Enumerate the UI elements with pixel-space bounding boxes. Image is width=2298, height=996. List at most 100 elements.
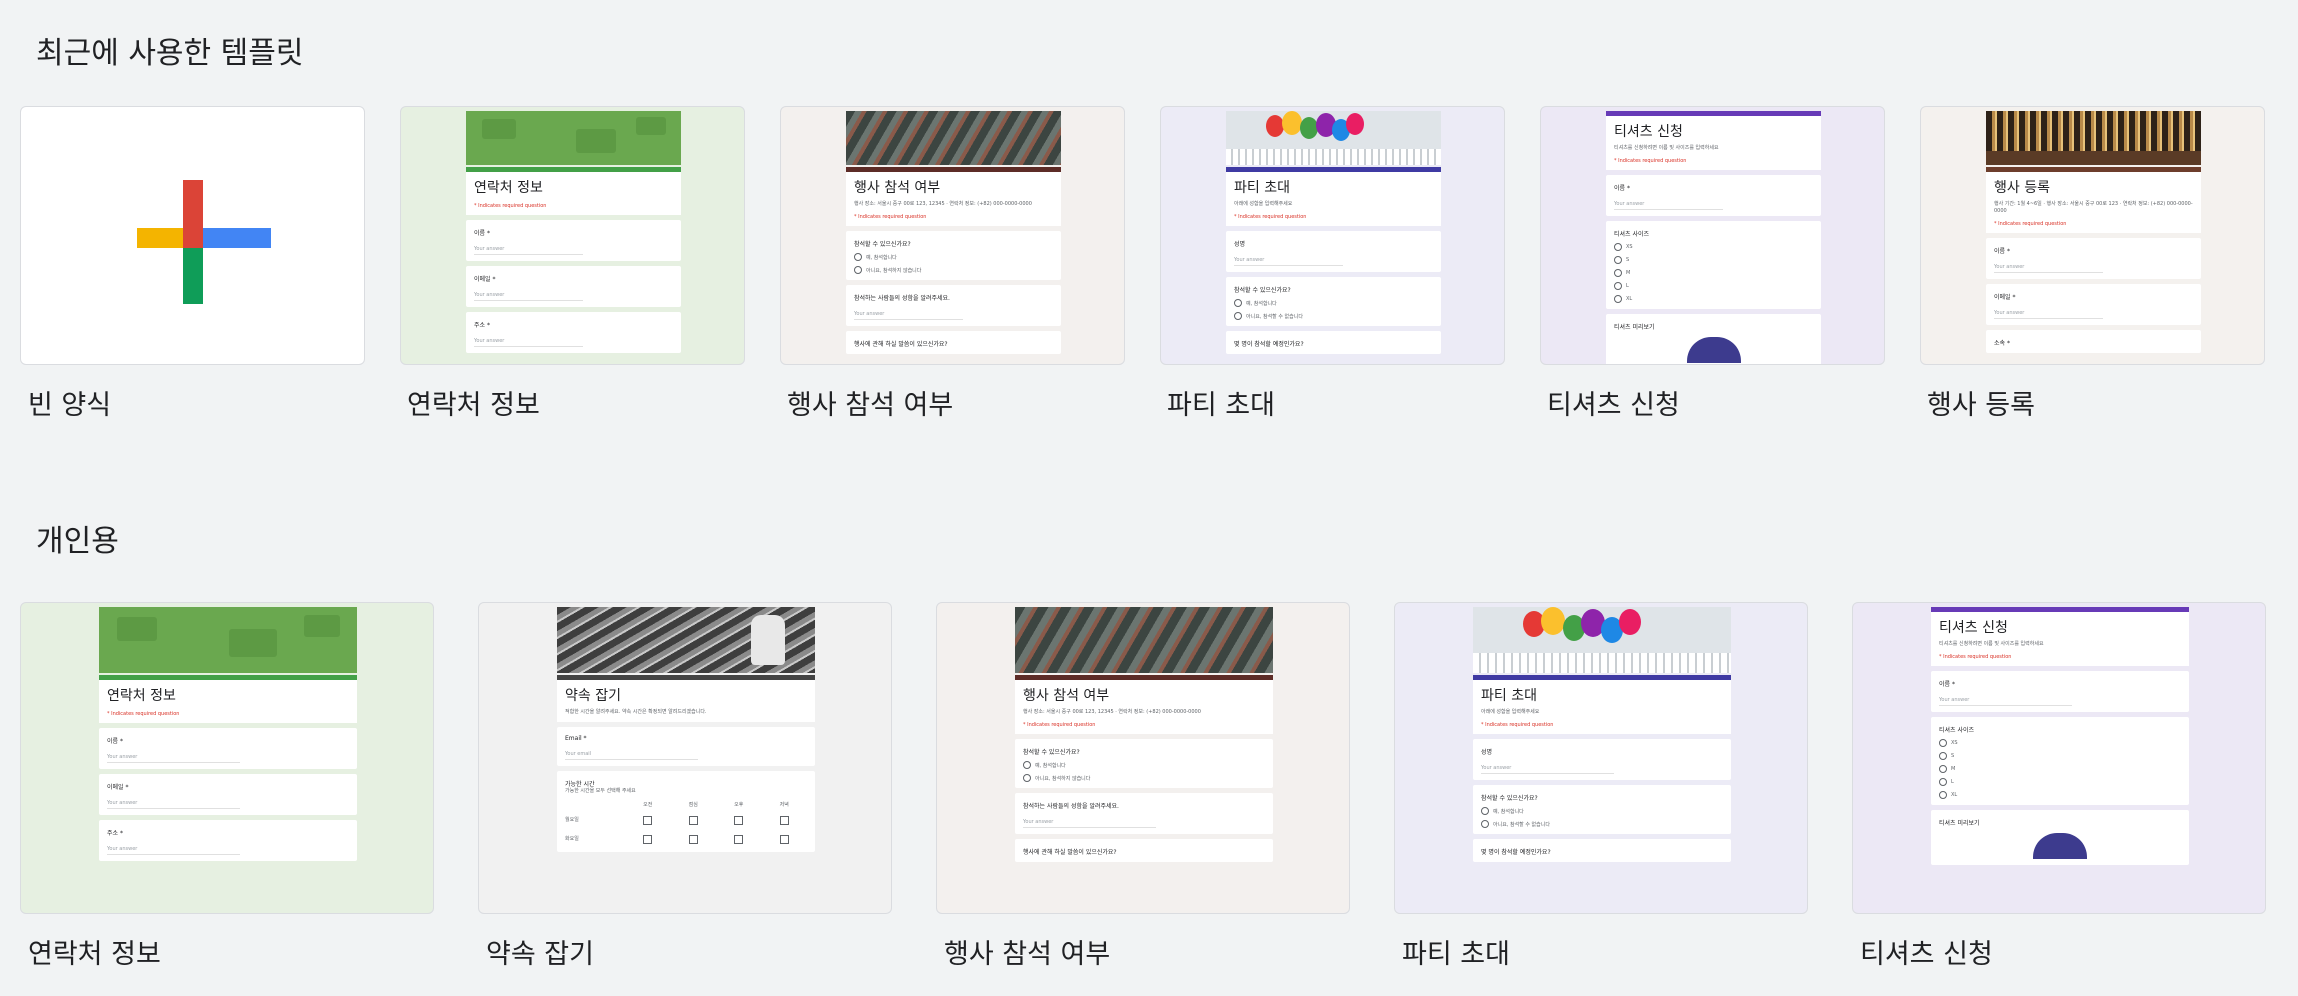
question-label: 참석하는 사람들의 성함을 알려주세요. xyxy=(1023,803,1119,810)
section-title-personal: 개인용 xyxy=(36,524,119,559)
template-label-tshirt[interactable]: 티셔츠 신청 xyxy=(1860,932,1993,971)
radio-option: XL xyxy=(1939,791,2181,799)
radio-option: XS xyxy=(1939,739,2181,747)
banner-image xyxy=(466,111,681,165)
radio-option: XS xyxy=(1614,243,1813,251)
form-preview: 행사 참석 여부 행사 장소: 서울시 중구 00로 123, 12345 · … xyxy=(846,111,1061,364)
question-label: 티셔츠 미리보기 xyxy=(1614,324,1655,331)
required-note: * Indicates required question xyxy=(474,203,547,209)
question-label: 참석할 수 있으신가요? xyxy=(1234,287,1291,294)
template-card-party-invite[interactable]: 파티 초대 아래에 성함을 입력해주세요 * Indicates require… xyxy=(1160,106,1505,365)
form-title: 연락처 정보 xyxy=(107,688,176,704)
checkbox xyxy=(734,835,744,844)
banner-image xyxy=(846,111,1061,165)
answer-placeholder: Your answer xyxy=(107,800,241,809)
template-label-contact-info[interactable]: 연락처 정보 xyxy=(407,383,540,422)
template-label-rsvp[interactable]: 행사 참석 여부 xyxy=(787,383,953,422)
template-card-blank[interactable] xyxy=(20,106,365,365)
checkbox xyxy=(779,816,789,825)
banner-image xyxy=(1986,111,2201,165)
template-card-rsvp[interactable]: 행사 참석 여부 행사 장소: 서울시 중구 00로 123, 12345 · … xyxy=(780,106,1125,365)
template-label-blank[interactable]: 빈 양식 xyxy=(28,383,111,422)
radio-option: 예, 참석합니다 xyxy=(854,253,1053,261)
question-label: 가능한 시간 xyxy=(565,781,595,788)
form-title: 파티 초대 xyxy=(1481,688,1537,704)
banner-image xyxy=(1015,607,1273,673)
form-description: 행사 장소: 서울시 중구 00로 123, 12345 · 연락처 정보: (… xyxy=(854,201,1032,207)
radio-option: 예, 참석합니다 xyxy=(1023,761,1265,769)
tshirt-image xyxy=(1686,337,1741,363)
form-preview: 파티 초대 아래에 성함을 입력해주세요 * Indicates require… xyxy=(1473,607,1731,913)
template-card-party-invite[interactable]: 파티 초대 아래에 성함을 입력해주세요 * Indicates require… xyxy=(1394,602,1808,914)
question-label: 참석할 수 있으신가요? xyxy=(1023,749,1080,756)
answer-placeholder: Your answer xyxy=(1023,819,1157,828)
template-label-event-registration[interactable]: 행사 등록 xyxy=(1927,383,2035,422)
question-label: 참석하는 사람들의 성함을 알려주세요. xyxy=(854,295,950,302)
form-description: 아래에 성함을 입력해주세요 xyxy=(1234,201,1293,207)
required-note: * Indicates required question xyxy=(1614,158,1687,164)
question-label: 행사에 관해 하실 말씀이 있으신가요? xyxy=(1023,849,1117,856)
answer-placeholder: Your answer xyxy=(1994,264,2104,273)
banner-image xyxy=(99,607,357,673)
section-title-recent: 최근에 사용한 템플릿 xyxy=(36,36,304,71)
template-card-meeting[interactable]: 약속 잡기 적합한 시간을 알려주세요. 약속 시간은 확정되면 알려드리겠습니… xyxy=(478,602,892,914)
radio-option: M xyxy=(1939,765,2181,773)
required-note: * Indicates required question xyxy=(1234,214,1307,220)
form-preview: 행사 등록 행사 기간: 1월 4~6일 · 행사 장소: 서울시 중구 00로… xyxy=(1986,111,2201,364)
tshirt-image xyxy=(2033,833,2087,859)
form-preview: 약속 잡기 적합한 시간을 알려주세요. 약속 시간은 확정되면 알려드리겠습니… xyxy=(557,607,815,913)
radio-option: M xyxy=(1614,269,1813,277)
form-title: 행사 참석 여부 xyxy=(854,180,941,196)
question-label: 이메일 * xyxy=(1994,294,2016,301)
radio-option: S xyxy=(1939,752,2181,760)
template-card-contact-info[interactable]: 연락처 정보 * Indicates required question 이름 … xyxy=(400,106,745,365)
answer-placeholder: Your answer xyxy=(1234,257,1344,266)
question-label: 이름 * xyxy=(474,230,490,237)
form-title: 티셔츠 신청 xyxy=(1939,620,2008,636)
question-label: 이메일 * xyxy=(474,276,496,283)
checkbox xyxy=(643,835,653,844)
banner-image xyxy=(1473,607,1731,673)
question-label: 몇 명이 참석할 예정인가요? xyxy=(1481,849,1551,856)
form-description: 행사 기간: 1월 4~6일 · 행사 장소: 서울시 중구 00로 123 ·… xyxy=(1994,201,2193,214)
radio-option: 아니요, 참석할 수 없습니다 xyxy=(1481,820,1723,828)
form-description: 적합한 시간을 알려주세요. 약속 시간은 확정되면 알려드리겠습니다. xyxy=(565,709,707,715)
template-card-rsvp[interactable]: 행사 참석 여부 행사 장소: 서울시 중구 00로 123, 12345 · … xyxy=(936,602,1350,914)
answer-placeholder: Your answer xyxy=(1939,697,2073,706)
answer-placeholder: Your answer xyxy=(107,754,241,763)
checkbox xyxy=(734,816,744,825)
radio-option: XL xyxy=(1614,295,1813,303)
template-card-tshirt[interactable]: 티셔츠 신청 티셔츠를 신청하려면 이름 및 사이즈를 입력하세요 * Indi… xyxy=(1540,106,1885,365)
template-label-party-invite[interactable]: 파티 초대 xyxy=(1402,932,1510,971)
template-label-tshirt[interactable]: 티셔츠 신청 xyxy=(1547,383,1680,422)
form-description: 아래에 성함을 입력해주세요 xyxy=(1481,709,1540,715)
template-label-rsvp[interactable]: 행사 참석 여부 xyxy=(944,932,1110,971)
question-label: 티셔츠 사이즈 xyxy=(1614,231,1650,238)
template-card-event-registration[interactable]: 행사 등록 행사 기간: 1월 4~6일 · 행사 장소: 서울시 중구 00로… xyxy=(1920,106,2265,365)
required-note: * Indicates required question xyxy=(1939,654,2012,660)
form-preview: 티셔츠 신청 티셔츠를 신청하려면 이름 및 사이즈를 입력하세요 * Indi… xyxy=(1606,111,1821,364)
question-label: 이름 * xyxy=(1994,248,2010,255)
question-label: 이름 * xyxy=(1614,185,1630,192)
form-title: 티셔츠 신청 xyxy=(1614,124,1683,140)
radio-option: 아니요, 참석하지 않습니다 xyxy=(1023,774,1265,782)
template-label-meeting[interactable]: 약속 잡기 xyxy=(486,932,594,971)
answer-placeholder: Your answer xyxy=(1481,765,1615,774)
checkbox-grid: 오전 점심 오후 저녁 월요일 화요일 xyxy=(565,802,789,844)
answer-placeholder: Your answer xyxy=(107,846,241,855)
question-label: 티셔츠 미리보기 xyxy=(1939,820,1980,827)
radio-option: 아니요, 참석하지 않습니다 xyxy=(854,266,1053,274)
question-label: 주소 * xyxy=(474,322,490,329)
banner-image xyxy=(557,607,815,673)
answer-placeholder: Your email xyxy=(565,751,699,760)
radio-option: 예, 참석합니다 xyxy=(1481,807,1723,815)
form-description: 행사 장소: 서울시 중구 00로 123, 12345 · 연락처 정보: (… xyxy=(1023,709,1201,715)
form-title: 행사 참석 여부 xyxy=(1023,688,1110,704)
template-label-party-invite[interactable]: 파티 초대 xyxy=(1167,383,1275,422)
template-card-contact-info[interactable]: 연락처 정보 * Indicates required question 이름 … xyxy=(20,602,434,914)
answer-placeholder: Your answer xyxy=(474,338,584,347)
question-label: 주소 * xyxy=(107,830,123,837)
template-card-tshirt[interactable]: 티셔츠 신청 티셔츠를 신청하려면 이름 및 사이즈를 입력하세요 * Indi… xyxy=(1852,602,2266,914)
template-label-contact-info[interactable]: 연락처 정보 xyxy=(28,932,161,971)
form-title: 파티 초대 xyxy=(1234,180,1290,196)
